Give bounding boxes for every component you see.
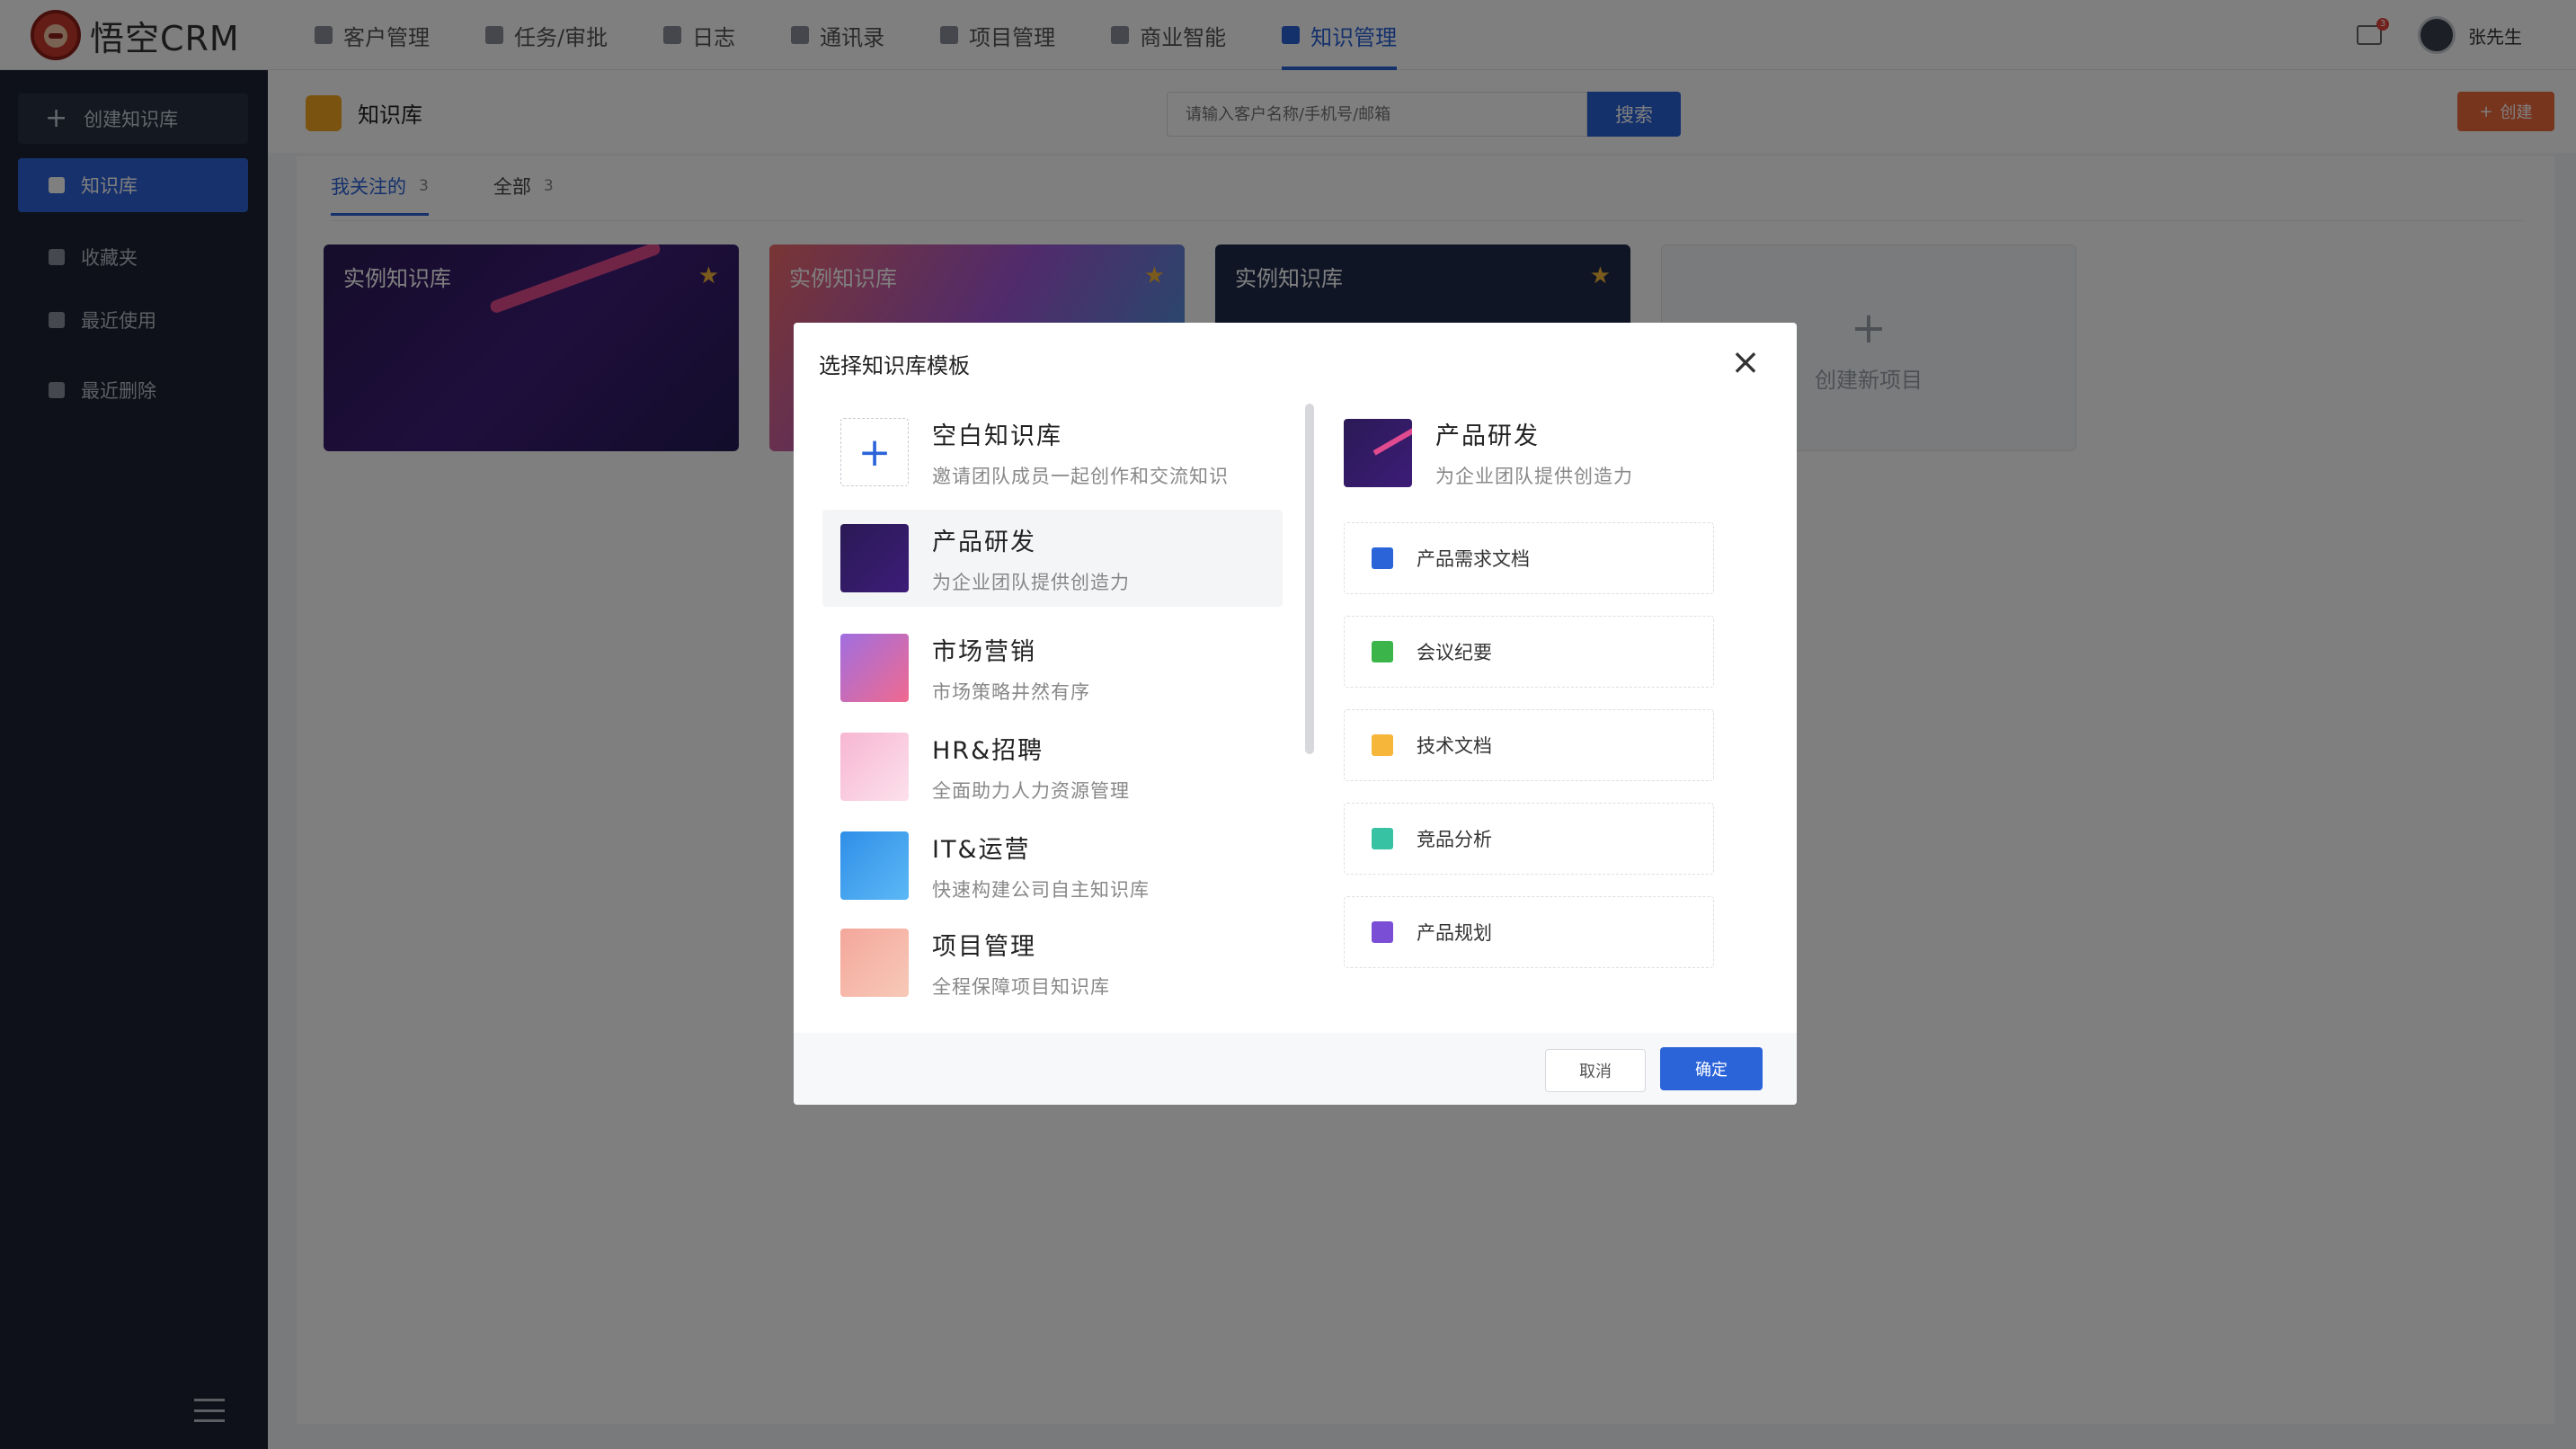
confirm-button[interactable]: 确定 bbox=[1660, 1047, 1763, 1090]
template-thumbnail bbox=[840, 929, 909, 997]
cancel-button[interactable]: 取消 bbox=[1545, 1049, 1646, 1092]
modal-title: 选择知识库模板 bbox=[819, 353, 970, 378]
template-item-product-rd[interactable]: 产品研发 为企业团队提供创造力 bbox=[822, 510, 1283, 607]
template-list: + 空白知识库 邀请团队成员一起创作和交流知识 产品研发 为企业团队提供创造力 市场… bbox=[822, 404, 1283, 1024]
doc-item-product-planning[interactable]: 产品规划 bbox=[1344, 896, 1714, 968]
doc-item-competitor-analysis[interactable]: 竞品分析 bbox=[1344, 803, 1714, 875]
close-icon[interactable]: × bbox=[1730, 344, 1761, 380]
chart-icon bbox=[1372, 828, 1393, 849]
template-detail-header: 产品研发 为企业团队提供创造力 bbox=[1344, 416, 1633, 489]
modal-footer: 取消 确定 bbox=[794, 1033, 1797, 1105]
layers-icon bbox=[1372, 921, 1393, 943]
doc-item-requirements[interactable]: 产品需求文档 bbox=[1344, 522, 1714, 594]
doc-item-meeting-notes[interactable]: 会议纪要 bbox=[1344, 616, 1714, 688]
bookmark-icon bbox=[1372, 641, 1393, 662]
template-thumbnail bbox=[1344, 418, 1412, 487]
template-item-hr[interactable]: HR&招聘 全面助力人力资源管理 bbox=[822, 718, 1283, 815]
template-thumbnail bbox=[840, 733, 909, 801]
template-item-marketing[interactable]: 市场营销 市场策略井然有序 bbox=[822, 619, 1283, 716]
template-list-scrollbar[interactable] bbox=[1305, 404, 1314, 754]
template-item-project[interactable]: 项目管理 全程保障项目知识库 bbox=[822, 914, 1283, 1011]
template-item-it-ops[interactable]: IT&运营 快速构建公司自主知识库 bbox=[822, 817, 1283, 914]
template-thumbnail bbox=[840, 634, 909, 702]
doc-item-tech-docs[interactable]: 技术文档 bbox=[1344, 709, 1714, 781]
template-modal: 选择知识库模板 × + 空白知识库 邀请团队成员一起创作和交流知识 产品研发 为企业… bbox=[794, 323, 1797, 1105]
plus-icon: + bbox=[840, 418, 909, 486]
template-item-blank[interactable]: + 空白知识库 邀请团队成员一起创作和交流知识 bbox=[822, 404, 1283, 501]
doc-icon bbox=[1372, 547, 1393, 569]
template-thumbnail bbox=[840, 831, 909, 900]
template-thumbnail bbox=[840, 524, 909, 592]
briefcase-icon bbox=[1372, 734, 1393, 756]
